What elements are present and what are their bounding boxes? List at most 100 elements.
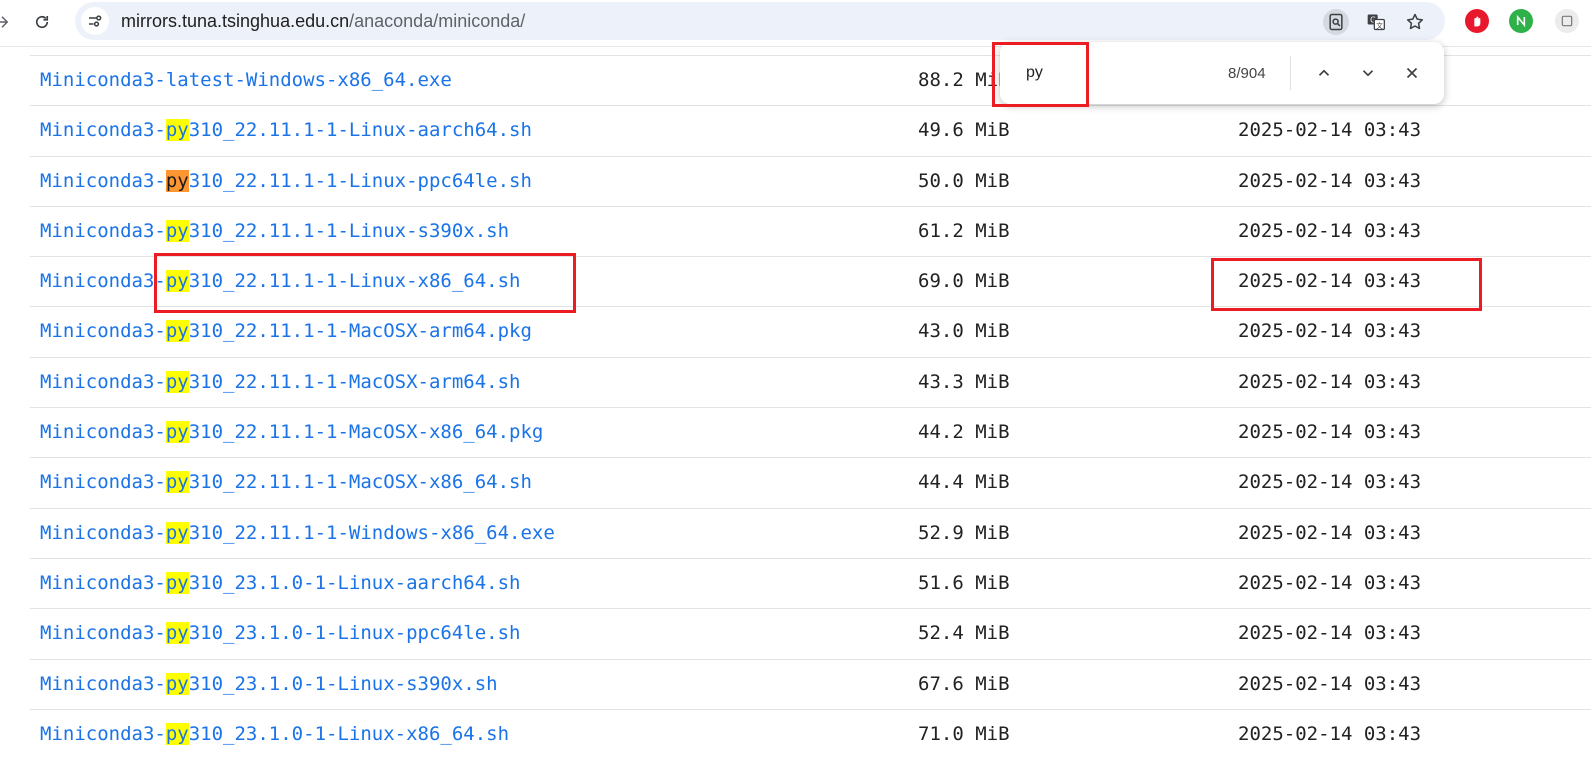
table-row: Miniconda3-py310_22.11.1-1-MacOSX-x86_64… [30,457,1591,507]
file-link[interactable]: Miniconda3-py310_22.11.1-1-MacOSX-x86_64… [40,471,532,494]
file-link[interactable]: Miniconda3-py310_22.11.1-1-MacOSX-arm64.… [40,370,521,393]
file-name-rest: 310_22.11.1-1-MacOSX-x86_64.pkg [188,421,544,444]
file-name-rest: 310_22.11.1-1-MacOSX-x86_64.sh [188,471,532,494]
adblock-extension-icon[interactable] [1465,9,1489,33]
table-row: Miniconda3-py310_22.11.1-1-MacOSX-x86_64… [30,407,1591,457]
table-row: Miniconda3-py310_22.11.1-1-Linux-aarch64… [30,105,1591,155]
file-link[interactable]: Miniconda3-py310_23.1.0-1-Linux-aarch64.… [40,571,521,594]
file-name-prefix: Miniconda3- [40,370,166,393]
site-info-icon[interactable] [81,7,109,35]
file-size: 43.3 MiB [918,370,1010,393]
file-size: 50.0 MiB [918,169,1010,192]
file-link[interactable]: Miniconda3-py310_23.1.0-1-Linux-x86_64.s… [40,722,510,745]
file-name-rest: 310_23.1.0-1-Linux-x86_64.sh [188,722,510,745]
close-icon [1406,67,1418,79]
file-date: 2025-02-14 03:43 [1238,219,1422,242]
annotation-box-find-input [992,42,1089,107]
file-date: 2025-02-14 03:43 [1238,320,1422,343]
file-link[interactable]: Miniconda3-py310_22.11.1-1-MacOSX-x86_64… [40,421,544,444]
annotation-box-date [1211,258,1482,311]
table-row: Miniconda3-py310_22.11.1-1-Linux-s390x.s… [30,205,1591,256]
file-date: 2025-02-14 03:43 [1238,571,1422,594]
file-size: 71.0 MiB [918,722,1010,745]
file-size: 44.4 MiB [918,471,1010,494]
file-name-prefix: Miniconda3- [40,722,166,745]
file-link[interactable]: Miniconda3-py310_22.11.1-1-Linux-ppc64le… [40,169,532,192]
table-row: Miniconda3-py310_22.11.1-1-MacOSX-arm64.… [30,356,1591,407]
search-match: py [165,521,189,544]
file-size: 67.6 MiB [918,672,1010,695]
extension-menu-icon[interactable] [1555,9,1579,33]
file-date: 2025-02-14 03:43 [1238,722,1422,745]
table-row: Miniconda3-py310_23.1.0-1-Linux-ppc64le.… [30,608,1591,658]
file-date: 2025-02-14 03:43 [1238,119,1422,142]
file-link[interactable]: Miniconda3-py310_22.11.1-1-Linux-s390x.s… [40,219,510,242]
find-previous-button[interactable] [1309,58,1339,88]
browser-toolbar: mirrors.tuna.tsinghua.edu.cn/anaconda/mi… [0,0,1591,47]
table-row: Miniconda3-py310_23.1.0-1-Linux-aarch64.… [30,557,1591,608]
file-name-rest: 310_23.1.0-1-Linux-aarch64.sh [188,571,521,594]
file-name-rest: 310_22.11.1-1-Linux-ppc64le.sh [188,169,532,192]
annotation-box-filename [154,253,576,313]
file-name-rest: 310_23.1.0-1-Linux-s390x.sh [188,672,498,695]
reload-icon[interactable] [28,8,56,36]
file-name-prefix: Miniconda3- [40,571,166,594]
file-size: 44.2 MiB [918,421,1010,444]
table-row: Miniconda3-py310_23.1.0-1-Linux-x86_64.s… [30,708,1591,759]
table-row: Miniconda3-py310_22.11.1-1-Windows-x86_6… [30,507,1591,558]
search-match: py [165,421,189,444]
file-size: 52.4 MiB [918,622,1010,645]
file-link[interactable]: Miniconda3-latest-Windows-x86_64.exe [40,69,452,91]
file-name-rest: 310_22.11.1-1-Windows-x86_64.exe [188,521,555,544]
file-link[interactable]: Miniconda3-py310_22.11.1-1-MacOSX-arm64.… [40,320,532,343]
back-arrow-icon[interactable] [0,8,16,36]
file-date: 2025-02-14 03:43 [1238,622,1422,645]
file-link[interactable]: Miniconda3-py310_23.1.0-1-Linux-ppc64le.… [40,622,520,645]
file-date: 2025-02-14 03:43 [1238,672,1422,695]
file-name-rest: 310_22.11.1-1-MacOSX-arm64.sh [188,370,521,393]
current-search-match: py [165,169,189,192]
bookmark-star-icon[interactable] [1402,9,1428,35]
chevron-up-icon [1318,69,1330,76]
file-size: 43.0 MiB [918,320,1010,343]
file-date: 2025-02-14 03:43 [1238,421,1422,444]
find-match-count: 8/904 [1228,65,1266,82]
url-path: /anaconda/miniconda/ [349,11,526,31]
url-text[interactable]: mirrors.tuna.tsinghua.edu.cn/anaconda/mi… [121,11,525,32]
file-name-prefix: Miniconda3- [40,471,166,494]
page-search-icon[interactable] [1323,9,1349,35]
search-match: py [165,320,189,343]
file-size: 52.9 MiB [918,521,1010,544]
file-size: 69.0 MiB [918,270,1010,293]
file-link[interactable]: Miniconda3-py310_23.1.0-1-Linux-s390x.sh [40,672,498,695]
svg-text:文: 文 [1376,21,1383,30]
table-row: Miniconda3-py310_22.11.1-1-MacOSX-arm64.… [30,306,1591,356]
file-link[interactable]: Miniconda3-py310_22.11.1-1-Linux-aarch64… [40,119,532,142]
file-date: 2025-02-14 03:43 [1238,521,1422,544]
file-date: 2025-02-14 03:43 [1238,169,1422,192]
address-bar[interactable]: mirrors.tuna.tsinghua.edu.cn/anaconda/mi… [75,2,1445,40]
translate-icon[interactable]: G文 [1363,9,1389,35]
table-row: Miniconda3-py310_23.1.0-1-Linux-s390x.sh… [30,658,1591,709]
file-listing: Miniconda3-latest-Windows-x86_64.exe 88.2… [30,55,1591,759]
find-close-button[interactable] [1397,58,1427,88]
file-name-prefix: Miniconda3- [40,270,166,293]
search-match: py [165,722,189,745]
n-extension-icon[interactable] [1509,9,1533,33]
file-name-prefix: Miniconda3- [40,421,166,444]
file-name-rest: 310_22.11.1-1-MacOSX-arm64.pkg [188,320,532,343]
search-match: py [165,370,189,393]
search-match: py [165,119,189,142]
file-size: 51.6 MiB [918,571,1010,594]
url-host: mirrors.tuna.tsinghua.edu.cn [121,11,350,31]
file-name-rest: 310_22.11.1-1-Linux-aarch64.sh [188,119,532,142]
file-size: 61.2 MiB [918,219,1010,242]
file-link[interactable]: Miniconda3-py310_22.11.1-1-Windows-x86_6… [40,521,555,544]
file-size: 49.6 MiB [918,119,1010,142]
table-row: Miniconda3-py310_22.11.1-1-Linux-ppc64le… [30,155,1591,206]
file-name-prefix: Miniconda3- [40,169,166,192]
file-name-prefix: Miniconda3- [40,119,166,142]
search-match: py [165,672,189,695]
file-name-rest: 310_22.11.1-1-Linux-s390x.sh [188,219,510,242]
find-next-button[interactable] [1353,58,1383,88]
